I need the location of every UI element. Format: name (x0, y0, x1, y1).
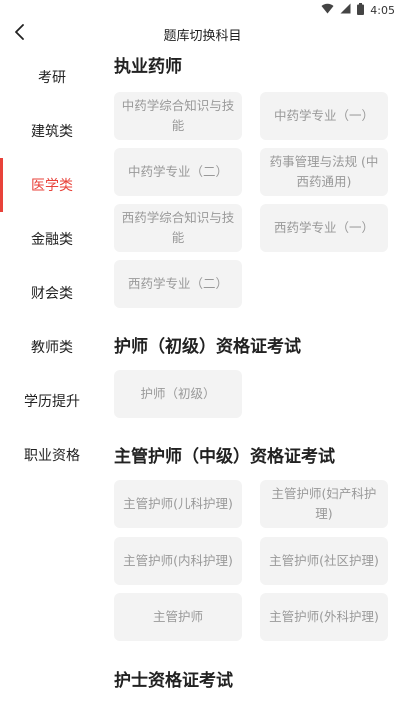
subject-button[interactable]: 西药学专业（二） (114, 260, 242, 308)
header: 题库切换科目 (0, 20, 405, 48)
sidebar-item-accounting[interactable]: 财会类 (0, 266, 104, 320)
sidebar-item-architecture[interactable]: 建筑类 (0, 104, 104, 158)
sidebar-item-label: 建筑类 (31, 124, 73, 140)
back-button[interactable] (8, 22, 32, 46)
chevron-left-icon (14, 24, 26, 44)
battery-icon (357, 2, 365, 18)
sidebar-item-label: 医学类 (31, 178, 73, 194)
sidebar-item-label: 金融类 (31, 232, 73, 248)
sidebar-item-education[interactable]: 学历提升 (0, 374, 104, 428)
page-title: 题库切换科目 (163, 28, 242, 44)
sidebar-item-medicine[interactable]: 医学类 (0, 158, 104, 212)
subject-button[interactable]: 西药学专业（一） (260, 204, 388, 252)
subject-button[interactable]: 主管护师(妇产科护理) (260, 480, 388, 528)
subject-button[interactable]: 西药学综合知识与技能 (114, 204, 242, 252)
subject-button[interactable]: 主管护师 (114, 593, 242, 641)
status-bar: 4:05 (0, 0, 405, 20)
sidebar-item-label: 考研 (38, 70, 66, 86)
subject-button[interactable]: 中药学专业（一） (260, 92, 388, 140)
sidebar-item-label: 教师类 (31, 340, 73, 356)
subject-button[interactable]: 护师（初级） (114, 370, 242, 418)
subject-button[interactable]: 主管护师(社区护理) (260, 537, 388, 585)
subject-list: 执业药师 中药学综合知识与技能 中药学专业（一） 中药学专业（二） 药事管理与法… (104, 50, 405, 720)
sidebar-item-label: 财会类 (31, 286, 73, 302)
signal-icon (340, 3, 351, 17)
section-title: 执业药师 (114, 57, 182, 77)
subject-button[interactable]: 中药学综合知识与技能 (114, 92, 242, 140)
sidebar-item-kaoyan[interactable]: 考研 (0, 50, 104, 104)
subject-button[interactable]: 主管护师(内科护理) (114, 537, 242, 585)
sidebar-item-label: 学历提升 (24, 394, 80, 410)
subject-button[interactable]: 主管护师(儿科护理) (114, 480, 242, 528)
sidebar-item-label: 职业资格 (24, 448, 80, 464)
subject-button[interactable]: 主管护师(外科护理) (260, 593, 388, 641)
sidebar-item-finance[interactable]: 金融类 (0, 212, 104, 266)
subject-button[interactable]: 药事管理与法规 (中西药通用) (260, 148, 388, 196)
category-sidebar: 考研 建筑类 医学类 金融类 财会类 教师类 学历提升 职业资格 (0, 50, 104, 720)
section-title: 主管护师（中级）资格证考试 (114, 447, 335, 467)
wifi-icon (321, 3, 334, 17)
sidebar-item-qualification[interactable]: 职业资格 (0, 428, 104, 482)
status-time: 4:05 (370, 3, 395, 17)
subject-button[interactable]: 中药学专业（二） (114, 148, 242, 196)
section-title: 护师（初级）资格证考试 (114, 337, 301, 357)
section-title: 护士资格证考试 (114, 671, 233, 691)
sidebar-item-teacher[interactable]: 教师类 (0, 320, 104, 374)
